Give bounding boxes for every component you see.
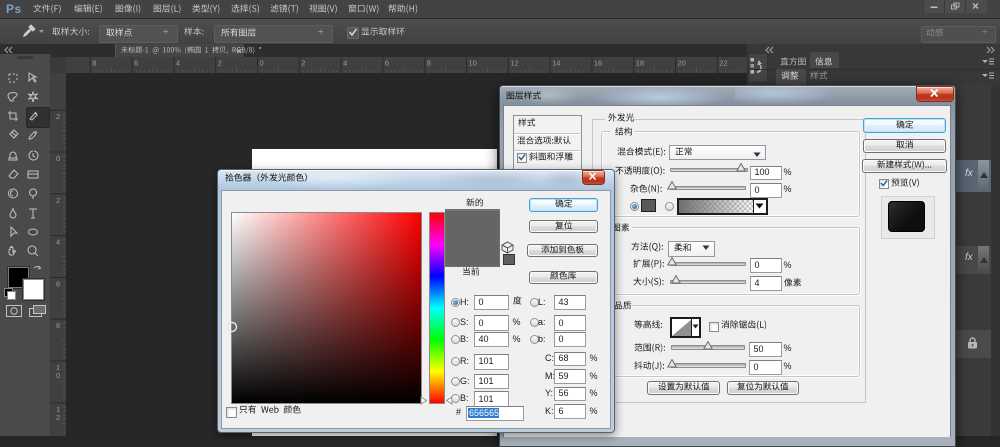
svg-text:4: 4 — [56, 238, 60, 247]
svg-text:14: 14 — [552, 59, 560, 68]
svg-text:4: 4 — [343, 59, 347, 68]
svg-text:22: 22 — [719, 59, 727, 68]
svg-text:2: 2 — [56, 112, 60, 121]
svg-text:8: 8 — [56, 321, 60, 330]
svg-text:20: 20 — [678, 59, 686, 68]
svg-text:6: 6 — [385, 59, 389, 68]
svg-text:2: 2 — [56, 413, 60, 422]
svg-text:6: 6 — [56, 279, 60, 288]
svg-text:2: 2 — [56, 196, 60, 205]
svg-text:0: 0 — [56, 154, 60, 163]
svg-text:0: 0 — [56, 371, 60, 380]
svg-text:16: 16 — [594, 59, 602, 68]
svg-text:4: 4 — [176, 59, 180, 68]
svg-text:10: 10 — [469, 59, 477, 68]
svg-text:2: 2 — [218, 59, 222, 68]
svg-text:8: 8 — [427, 59, 431, 68]
svg-text:12: 12 — [510, 59, 518, 68]
svg-text:6: 6 — [134, 59, 138, 68]
svg-text:18: 18 — [636, 59, 644, 68]
svg-text:8: 8 — [92, 59, 96, 68]
svg-text:0: 0 — [260, 59, 264, 68]
svg-text:2: 2 — [301, 59, 305, 68]
